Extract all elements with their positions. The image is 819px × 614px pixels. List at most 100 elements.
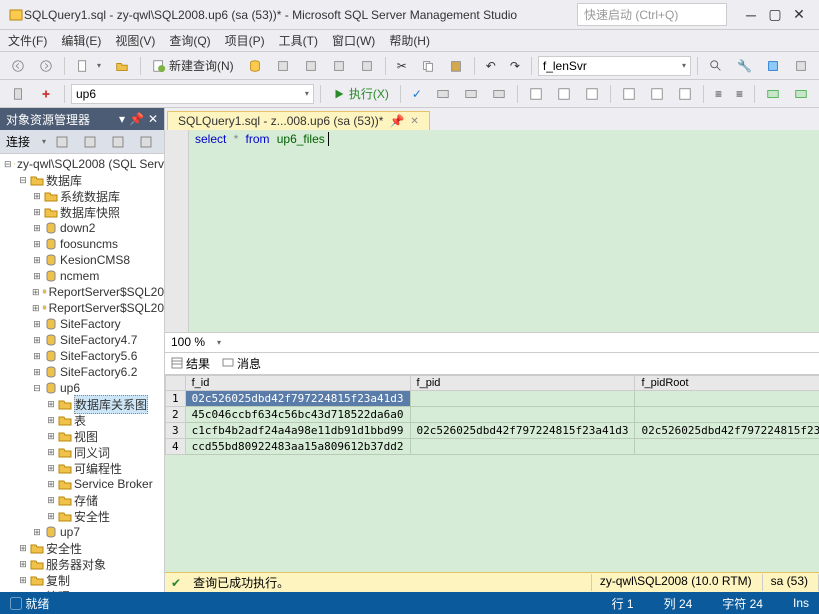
grid-cell[interactable]: 02c526025dbd42f797224815f23a41d3: [410, 422, 635, 438]
execute-button[interactable]: 执行(X): [327, 83, 394, 105]
paste-button[interactable]: [444, 55, 468, 77]
grid-cell[interactable]: [410, 406, 635, 422]
tree-server-child[interactable]: ⊞服务器对象: [0, 556, 164, 572]
tree-up6-child[interactable]: ⊞存储: [0, 492, 164, 508]
menu-tools[interactable]: 工具(T): [279, 32, 318, 49]
tree-server-child[interactable]: ⊞安全性: [0, 540, 164, 556]
connect-icon[interactable]: [34, 83, 58, 105]
server-icon[interactable]: [6, 83, 30, 105]
indent-left-button[interactable]: ≡: [710, 83, 727, 105]
close-tab-icon[interactable]: ✕: [410, 116, 418, 127]
tree-up6-child[interactable]: ⊞Service Broker: [0, 476, 164, 492]
sql-btn-9[interactable]: [673, 83, 697, 105]
grid-cell[interactable]: [410, 438, 635, 454]
tool-button-b[interactable]: [761, 55, 785, 77]
pin-tab-icon[interactable]: 📌: [389, 114, 404, 128]
results-tab[interactable]: 结果: [171, 355, 210, 372]
db-query-button[interactable]: [243, 55, 267, 77]
sql-btn-5[interactable]: [552, 83, 576, 105]
find-button[interactable]: [704, 55, 728, 77]
dropdown-icon[interactable]: ▾: [119, 112, 125, 126]
tree-db-item[interactable]: ⊞SiteFactory6.2: [0, 364, 164, 380]
sql-btn-4[interactable]: [524, 83, 548, 105]
maximize-button[interactable]: ▢: [763, 5, 787, 25]
tree-up6-child[interactable]: ⊞表: [0, 412, 164, 428]
grid-rownum[interactable]: 4: [166, 438, 186, 454]
tb-btn-4[interactable]: [355, 55, 379, 77]
menu-window[interactable]: 窗口(W): [332, 32, 375, 49]
oe-btn-1[interactable]: [50, 131, 74, 153]
tree-up6-child[interactable]: ⊞视图: [0, 428, 164, 444]
parse-button[interactable]: ✓: [407, 83, 427, 105]
comment-button[interactable]: [761, 83, 785, 105]
tb-btn-3[interactable]: [327, 55, 351, 77]
tree-db-item[interactable]: ⊞ReportServer$SQL20: [0, 300, 164, 316]
tool-button-a[interactable]: 🔧: [732, 55, 757, 77]
tree-db-item[interactable]: ⊞ReportServer$SQL20: [0, 284, 164, 300]
menu-help[interactable]: 帮助(H): [389, 32, 430, 49]
tree-databases[interactable]: ⊟数据库: [0, 172, 164, 188]
grid-header[interactable]: f_pidRoot: [635, 375, 819, 390]
tree-up6-child[interactable]: ⊞安全性: [0, 508, 164, 524]
grid-header[interactable]: [166, 375, 186, 390]
grid-cell[interactable]: [635, 406, 819, 422]
minimize-button[interactable]: ─: [739, 5, 763, 25]
tree-up6-child[interactable]: ⊞同义词: [0, 444, 164, 460]
close-button[interactable]: ✕: [787, 5, 811, 25]
tree-server[interactable]: ⊟zy-qwl\SQL2008 (SQL Serv: [0, 156, 164, 172]
tree-db-item[interactable]: ⊞foosuncms: [0, 236, 164, 252]
nav-fwd-button[interactable]: [34, 55, 58, 77]
undo-button[interactable]: ↶: [481, 55, 501, 77]
grid-rownum[interactable]: 3: [166, 422, 186, 438]
uncomment-button[interactable]: [789, 83, 813, 105]
sql-btn-6[interactable]: [580, 83, 604, 105]
tree-server-child[interactable]: ⊞复制: [0, 572, 164, 588]
messages-tab[interactable]: 消息: [222, 355, 261, 372]
close-panel-icon[interactable]: ✕: [148, 112, 158, 126]
grid-cell[interactable]: [410, 390, 635, 406]
indent-right-button[interactable]: ≡: [731, 83, 748, 105]
oe-btn-2[interactable]: [78, 131, 102, 153]
sql-btn-3[interactable]: [487, 83, 511, 105]
new-file-button[interactable]: ▾: [71, 55, 106, 77]
tree-db-item[interactable]: ⊞KesionCMS8: [0, 252, 164, 268]
redo-button[interactable]: ↷: [505, 55, 525, 77]
grid-header[interactable]: f_id: [185, 375, 410, 390]
sql-btn-1[interactable]: [431, 83, 455, 105]
menu-project[interactable]: 项目(P): [225, 32, 265, 49]
sql-btn-2[interactable]: [459, 83, 483, 105]
pin-icon[interactable]: 📌: [129, 112, 144, 126]
new-query-button[interactable]: 新建查询(N): [147, 55, 239, 77]
grid-cell[interactable]: 02c526025dbd42f797224815f23a41d3: [635, 422, 819, 438]
grid-header[interactable]: f_pid: [410, 375, 635, 390]
zoom-combo[interactable]: 100 %: [171, 335, 205, 349]
sql-btn-7[interactable]: [617, 83, 641, 105]
grid-rownum[interactable]: 2: [166, 406, 186, 422]
menu-query[interactable]: 查询(Q): [169, 32, 210, 49]
database-combo[interactable]: up6▾: [71, 84, 314, 104]
tree-db-item[interactable]: ⊞SiteFactory: [0, 316, 164, 332]
nav-back-button[interactable]: [6, 55, 30, 77]
object-combo[interactable]: f_lenSvr▾: [538, 56, 691, 76]
tree-snapshot[interactable]: ⊞数据库快照: [0, 204, 164, 220]
open-button[interactable]: [110, 55, 134, 77]
grid-cell[interactable]: c1cfb4b2adf24a4a98e11db91d1bbd99: [185, 422, 410, 438]
tree-db-up7[interactable]: ⊞up7: [0, 524, 164, 540]
connect-label[interactable]: 连接: [6, 133, 30, 150]
cut-button[interactable]: ✂: [392, 55, 412, 77]
menu-file[interactable]: 文件(F): [8, 32, 47, 49]
tree-db-item[interactable]: ⊞down2: [0, 220, 164, 236]
tree-db-item[interactable]: ⊞SiteFactory4.7: [0, 332, 164, 348]
grid-cell[interactable]: ccd55bd80922483aa15a809612b37dd2: [185, 438, 410, 454]
quick-launch-input[interactable]: 快速启动 (Ctrl+Q): [577, 3, 727, 26]
tree-up6-child[interactable]: ⊞可编程性: [0, 460, 164, 476]
grid-cell[interactable]: 02c526025dbd42f797224815f23a41d3: [185, 390, 410, 406]
grid-rownum[interactable]: 1: [166, 390, 186, 406]
oe-btn-4[interactable]: [134, 131, 158, 153]
tab-sqlquery1[interactable]: SQLQuery1.sql - z...008.up6 (sa (53))*📌✕: [167, 111, 430, 130]
sql-btn-8[interactable]: [645, 83, 669, 105]
sql-editor[interactable]: + select * from up6_files: [165, 130, 819, 333]
grid-cell[interactable]: [635, 438, 819, 454]
results-grid[interactable]: f_idf_pidf_pidRootf_fdTaskf_fdCh102c5260…: [165, 375, 819, 573]
grid-cell[interactable]: 45c046ccbf634c56bc43d718522da6a0: [185, 406, 410, 422]
